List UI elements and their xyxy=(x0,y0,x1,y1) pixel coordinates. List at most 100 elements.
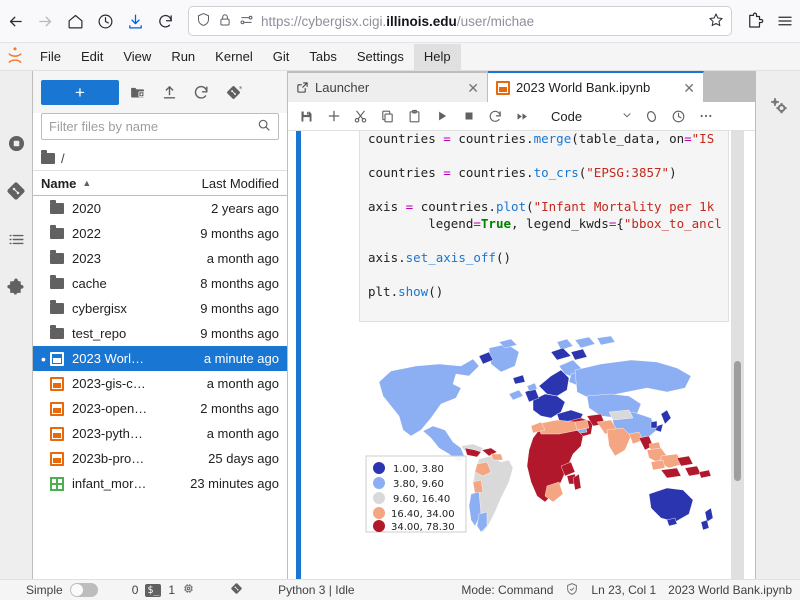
menu-tabs[interactable]: Tabs xyxy=(299,44,346,70)
notebook-scrollbar[interactable] xyxy=(731,131,744,579)
chevron-down-icon[interactable] xyxy=(621,109,633,124)
refresh-icon[interactable] xyxy=(187,79,215,105)
breadcrumb-path[interactable]: / xyxy=(61,151,65,166)
cut-button[interactable] xyxy=(348,104,373,129)
file-open-indicator: • xyxy=(41,352,50,366)
file-row[interactable]: •2023 Worl…a minute ago xyxy=(33,346,287,371)
status-bar: Simple 0 $_ 1 Python 3 | Idle Mode: Comm… xyxy=(0,579,800,600)
restart-run-all-button[interactable] xyxy=(510,104,535,129)
tab-notebook-close-icon[interactable]: ✕ xyxy=(683,81,695,95)
file-filter-box[interactable] xyxy=(41,113,279,140)
cell-type-select[interactable]: Code xyxy=(543,105,637,128)
svg-text:16.40, 34.00: 16.40, 34.00 xyxy=(391,509,455,520)
menu-settings[interactable]: Settings xyxy=(347,44,414,70)
file-row[interactable]: test_repo9 months ago xyxy=(33,321,287,346)
bookmark-star-icon[interactable] xyxy=(708,12,724,31)
search-icon[interactable] xyxy=(257,118,271,135)
file-row[interactable]: 2023-open…2 months ago xyxy=(33,396,287,421)
app-menu-icon[interactable] xyxy=(770,6,800,36)
file-name: cybergisx xyxy=(72,301,175,316)
column-header-last-modified[interactable]: Last Modified xyxy=(175,176,279,191)
file-name: 2022 xyxy=(72,226,175,241)
history-icon[interactable] xyxy=(666,104,691,129)
menu-edit[interactable]: Edit xyxy=(71,44,113,70)
run-button[interactable] xyxy=(429,104,454,129)
right-sidebar-rail xyxy=(755,71,800,579)
folder-icon xyxy=(50,303,72,314)
file-row[interactable]: 20229 months ago xyxy=(33,221,287,246)
sidebar-item-extensions-icon[interactable] xyxy=(0,263,33,311)
cursor-position[interactable]: Ln 23, Col 1 xyxy=(591,583,656,597)
file-row[interactable]: 2023a month ago xyxy=(33,246,287,271)
search-input[interactable] xyxy=(49,119,257,134)
kernel-status-text[interactable]: Python 3 | Idle xyxy=(278,583,355,597)
copy-button[interactable] xyxy=(375,104,400,129)
tracking-protection-icon[interactable] xyxy=(239,13,254,30)
file-row[interactable]: cache8 months ago xyxy=(33,271,287,296)
trusted-shield-icon[interactable] xyxy=(565,582,579,599)
file-row[interactable]: 2023-gis-c…a month ago xyxy=(33,371,287,396)
property-inspector-icon[interactable] xyxy=(762,81,795,129)
home-icon[interactable] xyxy=(60,6,90,36)
jupyter-logo-icon xyxy=(0,47,30,66)
git-clone-icon[interactable]: ✳ xyxy=(219,79,247,105)
insert-cell-button[interactable] xyxy=(321,104,346,129)
url-path: /user/michae xyxy=(457,14,534,29)
file-modified: a month ago xyxy=(175,251,279,266)
code-editor[interactable]: countries = countries.merge(table_data, … xyxy=(359,131,729,322)
menu-file[interactable]: File xyxy=(30,44,71,70)
file-row[interactable]: cybergisx9 months ago xyxy=(33,296,287,321)
file-row[interactable]: 2023-pyth…a month ago xyxy=(33,421,287,446)
menu-run[interactable]: Run xyxy=(161,44,205,70)
git-status-icon[interactable] xyxy=(229,581,244,599)
back-button[interactable] xyxy=(0,6,30,36)
scrollbar-thumb[interactable] xyxy=(734,361,741,481)
file-row[interactable]: infant_mor…23 minutes ago xyxy=(33,471,287,496)
menu-help[interactable]: Help xyxy=(414,44,461,70)
jupyterlab-menubar: File Edit View Run Kernel Git Tabs Setti… xyxy=(0,43,800,71)
sort-ascending-icon[interactable]: ▲ xyxy=(82,178,91,188)
menu-view[interactable]: View xyxy=(113,44,161,70)
menu-git[interactable]: Git xyxy=(263,44,300,70)
reload-icon[interactable] xyxy=(150,6,180,36)
overflow-menu-icon[interactable] xyxy=(693,104,718,129)
tab-launcher-close-icon[interactable]: ✕ xyxy=(467,81,479,95)
restart-kernel-button[interactable] xyxy=(483,104,508,129)
new-launcher-button[interactable]: + xyxy=(41,80,119,105)
file-browser-toolbar: + ✳ xyxy=(33,71,287,113)
sidebar-item-git-icon[interactable] xyxy=(0,167,33,215)
upload-icon[interactable] xyxy=(155,79,183,105)
save-button[interactable] xyxy=(294,104,319,129)
notebook-scroll-area: countries = countries.merge(table_data, … xyxy=(288,131,755,579)
url-text[interactable]: https://cybergisx.cigi.illinois.edu/user… xyxy=(261,14,701,29)
kernel-status-icon[interactable] xyxy=(639,104,664,129)
breadcrumb[interactable]: / xyxy=(33,146,287,170)
tab-notebook[interactable]: 2023 World Bank.ipynb ✕ xyxy=(488,71,704,102)
simple-mode-label: Simple xyxy=(26,583,63,597)
sidebar-item-toc-icon[interactable] xyxy=(0,215,33,263)
history-icon[interactable] xyxy=(90,6,120,36)
forward-button[interactable] xyxy=(30,6,60,36)
kernel-cpu-icon[interactable] xyxy=(182,582,195,598)
terminal-icon[interactable]: $_ xyxy=(145,584,161,597)
notebook-icon xyxy=(496,81,510,95)
simple-mode-toggle[interactable] xyxy=(70,583,98,597)
file-row[interactable]: 20202 years ago xyxy=(33,196,287,221)
new-folder-icon[interactable] xyxy=(123,79,151,105)
downloads-icon[interactable] xyxy=(120,6,150,36)
file-row[interactable]: 2023b-pro…25 days ago xyxy=(33,446,287,471)
tab-launcher[interactable]: Launcher ✕ xyxy=(288,73,488,102)
shield-icon[interactable] xyxy=(196,12,211,30)
extensions-icon[interactable] xyxy=(740,6,770,36)
stop-button[interactable] xyxy=(456,104,481,129)
code-cell[interactable]: countries = countries.merge(table_data, … xyxy=(288,131,755,322)
sidebar-item-running-icon[interactable] xyxy=(0,119,33,167)
file-name: infant_mor… xyxy=(72,476,175,491)
code-line xyxy=(368,147,728,164)
menu-kernel[interactable]: Kernel xyxy=(205,44,263,70)
paste-button[interactable] xyxy=(402,104,427,129)
address-bar[interactable]: https://cybergisx.cigi.illinois.edu/user… xyxy=(188,6,732,36)
file-name: test_repo xyxy=(72,326,175,341)
lock-icon[interactable] xyxy=(218,13,232,30)
column-header-name[interactable]: Name ▲ xyxy=(41,176,175,191)
